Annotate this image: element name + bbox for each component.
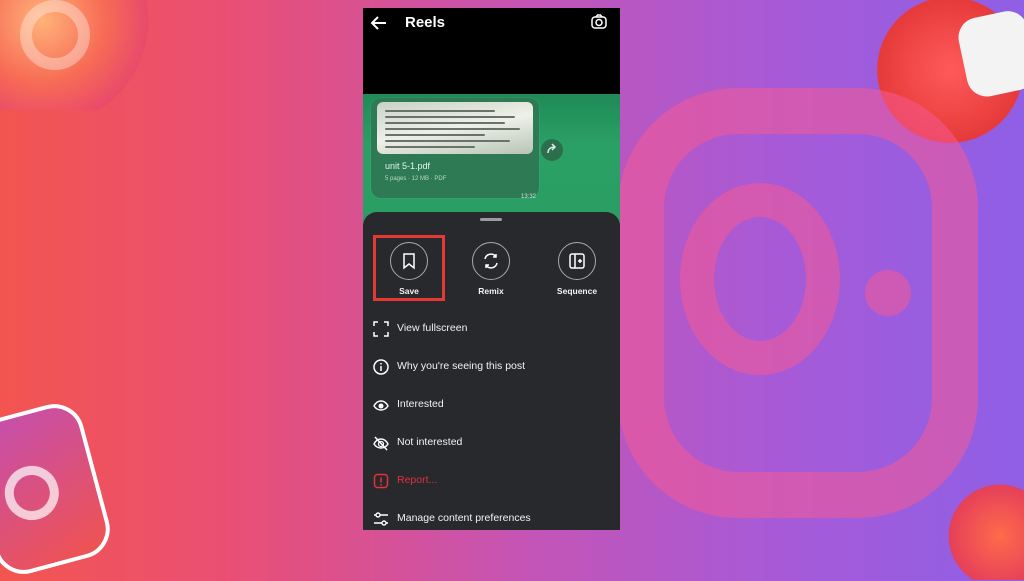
menu-item-report[interactable]: Report... [363,468,620,494]
eye-icon [373,397,389,413]
forward-icon[interactable] [541,139,563,161]
menu-label: Report... [397,474,438,486]
report-icon [373,473,389,489]
menu-label: Manage content preferences [397,512,531,524]
sliders-icon [373,511,389,527]
menu-label: Interested [397,398,444,410]
back-arrow-icon[interactable] [369,13,389,33]
menu-item-not-interested[interactable]: Not interested [363,430,620,456]
camera-icon[interactable] [590,13,608,31]
fullscreen-icon [373,321,389,337]
menu-label: Why you're seeing this post [397,360,526,372]
menu-item-view-fullscreen[interactable]: View fullscreen [363,316,620,342]
message-time: 13:32 [521,194,537,200]
document-thumbnail [377,102,533,154]
eye-off-icon [373,435,389,451]
page-title: Reels [405,14,446,31]
menu-item-why-seeing[interactable]: Why you're seeing this post [363,354,620,380]
sequence-label: Sequence [556,286,598,296]
phone-screen: Reels unit 5-1.pdf 5 pages · 12 MB · PDF… [363,8,620,530]
document-message: unit 5-1.pdf 5 pages · 12 MB · PDF 13:32 [371,98,539,200]
save-label: Save [399,286,419,296]
file-name: unit 5-1.pdf [385,161,431,171]
reel-video[interactable]: unit 5-1.pdf 5 pages · 12 MB · PDF 13:32 [363,94,620,224]
menu-item-interested[interactable]: Interested [363,392,620,418]
save-button[interactable]: Save [379,242,439,296]
remix-button[interactable]: Remix [461,242,521,296]
menu-label: View fullscreen [397,322,468,334]
instagram-logo-decoration [0,0,150,110]
menu-label: Not interested [397,436,463,448]
instagram-logo-decoration [935,470,1024,580]
sequence-button[interactable]: Sequence [547,242,607,296]
remix-label: Remix [478,286,504,296]
file-meta: 5 pages · 12 MB · PDF [385,176,447,182]
instagram-logo-decoration [0,397,117,581]
instagram-logo-dot [865,270,911,316]
menu-item-manage-preferences[interactable]: Manage content preferences [363,506,620,530]
info-icon [373,359,389,375]
instagram-logo-ring [680,183,840,375]
reels-header: Reels [363,8,620,38]
sheet-handle[interactable] [480,218,502,221]
options-bottom-sheet: Save Remix Sequence View fullscreen Why … [363,212,620,530]
